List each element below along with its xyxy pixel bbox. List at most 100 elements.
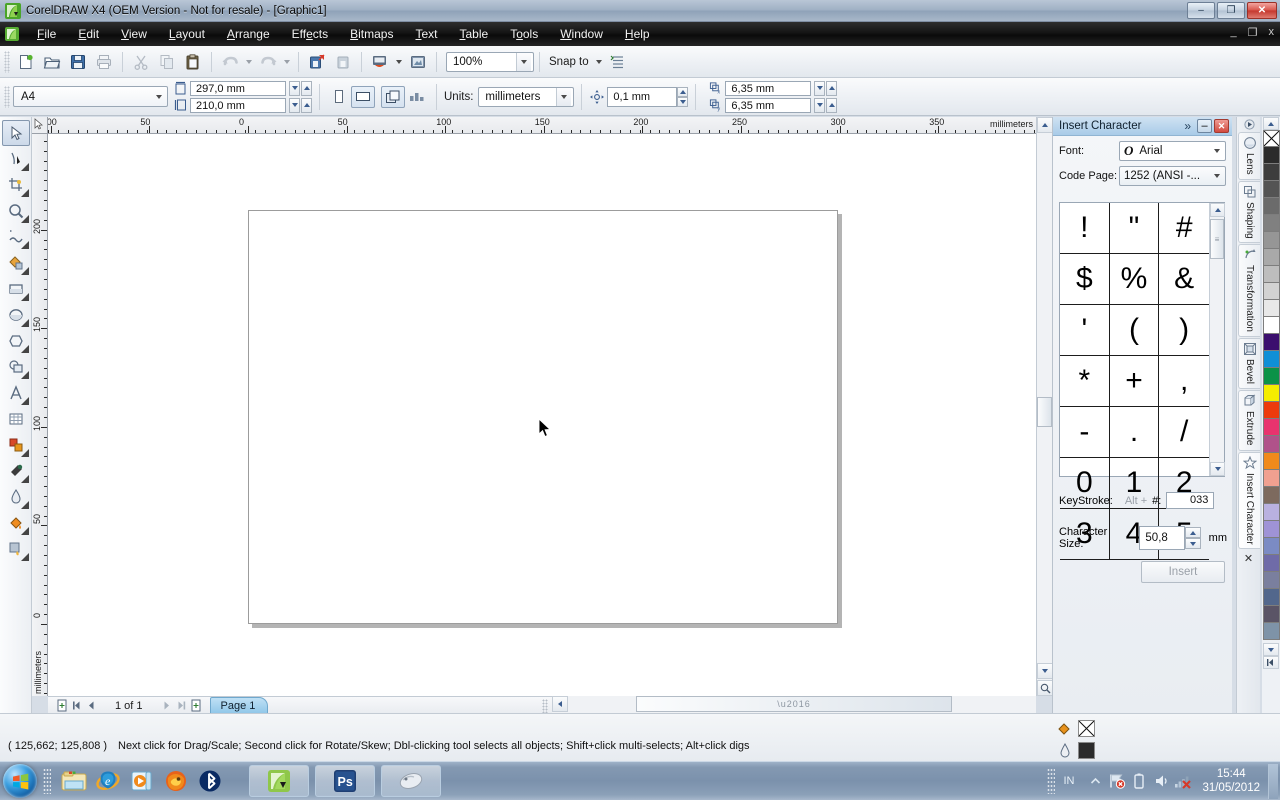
application-launcher-button[interactable] <box>367 50 393 74</box>
print-button[interactable] <box>91 50 117 74</box>
docker-tab-bevel[interactable]: Bevel <box>1238 338 1260 390</box>
character-grid-scrollbar[interactable]: ≡ <box>1209 203 1225 476</box>
code-page-combo[interactable]: 1252 (ANSI -... <box>1119 166 1226 186</box>
palette-swatch[interactable] <box>1262 164 1280 181</box>
palette-swatch[interactable] <box>1262 232 1280 249</box>
character-cell[interactable]: # <box>1159 203 1209 254</box>
last-page-button[interactable] <box>174 698 189 714</box>
page-width-spin-down[interactable] <box>289 80 300 96</box>
palette-swatch[interactable] <box>1262 538 1280 555</box>
palette-swatch[interactable] <box>1262 215 1280 232</box>
page-height-spinner[interactable] <box>289 97 312 113</box>
new-document-button[interactable] <box>13 50 39 74</box>
palette-swatch[interactable] <box>1262 334 1280 351</box>
freehand-tool-flyout-arrow[interactable] <box>21 241 29 249</box>
palette-swatch[interactable] <box>1262 402 1280 419</box>
blend-tool-flyout-arrow[interactable] <box>21 449 29 457</box>
character-cell[interactable]: ! <box>1060 203 1110 254</box>
character-cell[interactable]: , <box>1159 356 1209 407</box>
ruler-corner[interactable] <box>32 117 48 134</box>
docker-expand-icon[interactable]: » <box>1184 119 1191 133</box>
snap-to-label[interactable]: Snap to <box>545 56 593 68</box>
crop-tool[interactable] <box>2 172 30 198</box>
undo-button[interactable] <box>217 50 243 74</box>
page-height-spin-down[interactable] <box>289 97 300 113</box>
fill-color-swatch[interactable] <box>1078 720 1095 737</box>
palette-swatch[interactable] <box>1262 470 1280 487</box>
drawing-canvas[interactable] <box>48 134 1036 696</box>
smart-fill-tool[interactable] <box>2 250 30 276</box>
vertical-ruler[interactable]: 200 150 100 50 0 millimeters <box>32 134 48 696</box>
docker-tabs-close-icon[interactable]: ✕ <box>1237 552 1260 565</box>
character-cell[interactable]: / <box>1159 407 1209 458</box>
palette-swatch[interactable] <box>1262 555 1280 572</box>
interactive-fill-tool-flyout-arrow[interactable] <box>21 553 29 561</box>
rectangle-tool[interactable] <box>2 276 30 302</box>
character-size-spin-up[interactable] <box>1184 527 1201 538</box>
zoom-level-dropdown-icon[interactable] <box>516 52 531 71</box>
import-button[interactable] <box>304 50 330 74</box>
docker-tabs-scroll-icon[interactable] <box>1238 117 1260 131</box>
taskitem-photoshop[interactable]: Ps <box>315 765 375 797</box>
character-size-spinner[interactable] <box>1184 527 1201 549</box>
next-page-button[interactable] <box>159 698 174 714</box>
zoom-to-page-button[interactable] <box>1037 680 1053 696</box>
shape-tool[interactable] <box>2 146 30 172</box>
paste-button[interactable] <box>180 50 206 74</box>
all-pages-button[interactable] <box>381 85 405 108</box>
scroll-down-button[interactable] <box>1037 663 1053 679</box>
palette-swatch[interactable] <box>1262 436 1280 453</box>
units-dropdown-icon[interactable] <box>556 87 572 106</box>
duplicate-x-field[interactable]: 6,35 mm <box>725 80 812 96</box>
shape-tool-flyout-arrow[interactable] <box>21 163 29 171</box>
explorer-icon[interactable] <box>57 764 91 798</box>
add-page-after-button[interactable] <box>189 698 204 714</box>
character-cell[interactable]: " <box>1109 203 1160 254</box>
window-close-button[interactable]: ✕ <box>1247 2 1277 19</box>
palette-scroll-down-button[interactable] <box>1263 643 1279 656</box>
keystroke-field[interactable]: 033 <box>1166 492 1215 509</box>
propbar-grip[interactable] <box>4 85 10 108</box>
palette-swatch[interactable] <box>1262 351 1280 368</box>
palette-swatch[interactable] <box>1262 521 1280 538</box>
volume-icon[interactable] <box>1150 769 1172 793</box>
tray-expand-icon[interactable] <box>1084 769 1106 793</box>
rectangle-tool-flyout-arrow[interactable] <box>21 293 29 301</box>
palette-swatch[interactable] <box>1262 249 1280 266</box>
page-preset-dropdown-icon[interactable] <box>150 87 167 106</box>
crop-tool-flyout-arrow[interactable] <box>21 189 29 197</box>
menu-arrange[interactable]: Arrange <box>216 24 281 44</box>
canvas-vertical-scrollbar[interactable] <box>1036 117 1053 696</box>
menu-help[interactable]: Help <box>614 24 661 44</box>
duplicate-x-spin-up[interactable] <box>826 80 838 96</box>
portrait-orientation-button[interactable] <box>327 86 351 108</box>
duplicate-y-field[interactable]: 6,35 mm <box>725 97 812 113</box>
menu-layout[interactable]: Layout <box>158 24 216 44</box>
menu-text[interactable]: Text <box>404 24 448 44</box>
eyedropper-tool-flyout-arrow[interactable] <box>21 475 29 483</box>
text-tool[interactable] <box>2 380 30 406</box>
character-cell[interactable]: ( <box>1109 305 1160 356</box>
network-icon[interactable] <box>1172 769 1194 793</box>
clock[interactable]: 15:44 31/05/2012 <box>1202 767 1260 795</box>
character-grid-container[interactable]: !"#$%&'()*+,-./012345 ≡ <box>1059 202 1225 560</box>
tray-grip[interactable] <box>1047 768 1056 794</box>
page-height-field[interactable]: 210,0 mm <box>190 97 286 113</box>
table-tool[interactable] <box>2 406 30 432</box>
menu-tools[interactable]: Tools <box>499 24 549 44</box>
units-combo[interactable]: millimeters <box>478 86 575 107</box>
outline-color-swatch[interactable] <box>1078 742 1095 759</box>
menu-view[interactable]: View <box>110 24 158 44</box>
font-dropdown-icon[interactable] <box>1209 142 1225 160</box>
character-grid[interactable]: !"#$%&'()*+,-./012345 <box>1060 203 1209 560</box>
menu-bitmaps[interactable]: Bitmaps <box>339 24 404 44</box>
code-page-dropdown-icon[interactable] <box>1209 167 1225 185</box>
outline-tool-flyout-arrow[interactable] <box>21 501 29 509</box>
vertical-scroll-thumb[interactable] <box>1037 397 1052 427</box>
interactive-fill-tool[interactable] <box>2 536 30 562</box>
palette-swatch[interactable] <box>1262 266 1280 283</box>
menu-edit[interactable]: Edit <box>67 24 110 44</box>
zoom-tool-flyout-arrow[interactable] <box>21 215 29 223</box>
start-button[interactable] <box>3 764 37 798</box>
action-center-icon[interactable] <box>1106 769 1128 793</box>
